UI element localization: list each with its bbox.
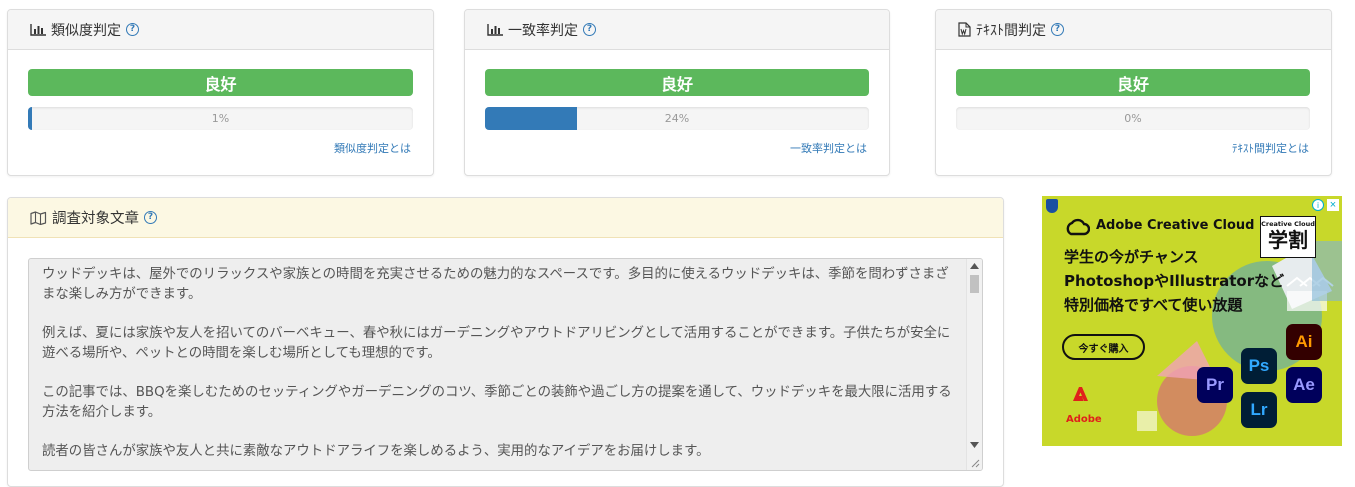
- resize-handle-icon[interactable]: [970, 458, 980, 468]
- adobe-label: Adobe: [1066, 414, 1102, 425]
- text-paragraph: 例えば、夏には家族や友人を招いてのバーベキュー、春や秋にはガーデニングやアウトド…: [42, 326, 951, 361]
- similarity-status: 良好: [28, 69, 413, 96]
- ad-line1: 学生の今がチャンス: [1064, 248, 1199, 266]
- word-document-icon: [958, 22, 971, 37]
- target-text-panel: 調査対象文章 ? ウッドデッキは、屋外でのリラックスや家族との時間を充実させるた…: [7, 197, 1004, 487]
- lightroom-app-icon: Lr: [1241, 392, 1277, 428]
- target-text-title: 調査対象文章: [52, 211, 139, 227]
- match-rate-card-title: 一致率判定: [508, 22, 578, 39]
- bar-chart-icon: [30, 23, 46, 36]
- help-icon[interactable]: ?: [1051, 23, 1064, 36]
- illustrator-app-icon: Ai: [1286, 324, 1322, 360]
- premiere-app-icon: Pr: [1197, 367, 1233, 403]
- text-scrollbar[interactable]: [966, 259, 982, 470]
- ad-badge-top: Creative Cloud: [1261, 220, 1315, 228]
- ad-cta-button[interactable]: 今すぐ購入: [1062, 334, 1145, 360]
- match-rate-info-link[interactable]: 一致率判定とは: [790, 140, 867, 156]
- text-compare-progress-bar: 0%: [956, 107, 1310, 130]
- help-icon[interactable]: ?: [583, 23, 596, 36]
- similarity-card-title: 類似度判定: [51, 22, 121, 39]
- adobe-logo-icon: [1073, 386, 1089, 406]
- adobe-ad-banner[interactable]: i × Adobe Creative Cloud Creative Cloud …: [1042, 196, 1342, 446]
- ad-line3: 特別価格ですべて使い放題: [1064, 296, 1243, 314]
- scroll-thumb[interactable]: [970, 275, 979, 293]
- match-rate-status: 良好: [485, 69, 869, 96]
- match-rate-progress-bar: 24%: [485, 107, 869, 130]
- help-icon[interactable]: ?: [144, 211, 157, 224]
- photoshop-app-icon: Ps: [1241, 348, 1277, 384]
- text-compare-status: 良好: [956, 69, 1310, 96]
- text-paragraph: 読者の皆さんが家族や友人と共に素敵なアウトドアライフを楽しめるよう、実用的なアイ…: [42, 444, 710, 459]
- ad-shield-icon: [1046, 199, 1058, 213]
- ad-brand: Adobe Creative Cloud: [1096, 218, 1255, 233]
- target-text-area[interactable]: ウッドデッキは、屋外でのリラックスや家族との時間を充実させるための魅力的なスペー…: [28, 258, 983, 471]
- progress-label: 1%: [211, 112, 230, 125]
- target-text-content: ウッドデッキは、屋外でのリラックスや家族との時間を充実させるための魅力的なスペー…: [42, 265, 957, 470]
- scroll-up-icon[interactable]: [970, 263, 979, 269]
- scroll-down-icon[interactable]: [970, 442, 979, 448]
- ad-badge-main: 学割: [1268, 228, 1308, 252]
- progress-label: 24%: [664, 112, 690, 125]
- ad-choices-icon[interactable]: i: [1312, 199, 1324, 211]
- ad-badge: Creative Cloud 学割: [1260, 216, 1316, 258]
- text-paragraph: この記事では、BBQを楽しむためのセッティングやガーデニングのコツ、季節ごとの装…: [42, 385, 952, 420]
- progress-label: 0%: [1124, 112, 1142, 125]
- map-icon: [30, 210, 47, 225]
- similarity-card: 類似度判定 ? 良好 1% 類似度判定とは: [7, 9, 434, 176]
- similarity-progress-bar: 1%: [28, 107, 413, 130]
- ad-line2: PhotoshopやIllustratorなど: [1064, 272, 1285, 290]
- text-compare-card-header: ﾃｷｽﾄ間判定 ?: [936, 10, 1331, 50]
- text-compare-card: ﾃｷｽﾄ間判定 ? 良好 0% ﾃｷｽﾄ間判定とは: [935, 9, 1332, 176]
- ad-close-icon[interactable]: ×: [1327, 199, 1339, 211]
- bar-chart-icon: [487, 23, 503, 36]
- similarity-info-link[interactable]: 類似度判定とは: [334, 140, 411, 156]
- text-compare-info-link[interactable]: ﾃｷｽﾄ間判定とは: [1232, 140, 1309, 156]
- match-rate-card-header: 一致率判定 ?: [465, 10, 889, 50]
- after-effects-app-icon: Ae: [1286, 367, 1322, 403]
- text-paragraph: ウッドデッキは、屋外でのリラックスや家族との時間を充実させるための魅力的なスペー…: [42, 267, 949, 302]
- target-text-header: 調査対象文章 ?: [8, 198, 1003, 238]
- help-icon[interactable]: ?: [126, 23, 139, 36]
- text-compare-card-title: ﾃｷｽﾄ間判定: [976, 22, 1046, 39]
- creative-cloud-icon: [1064, 218, 1091, 236]
- similarity-card-header: 類似度判定 ?: [8, 10, 433, 50]
- match-rate-card: 一致率判定 ? 良好 24% 一致率判定とは: [464, 9, 890, 176]
